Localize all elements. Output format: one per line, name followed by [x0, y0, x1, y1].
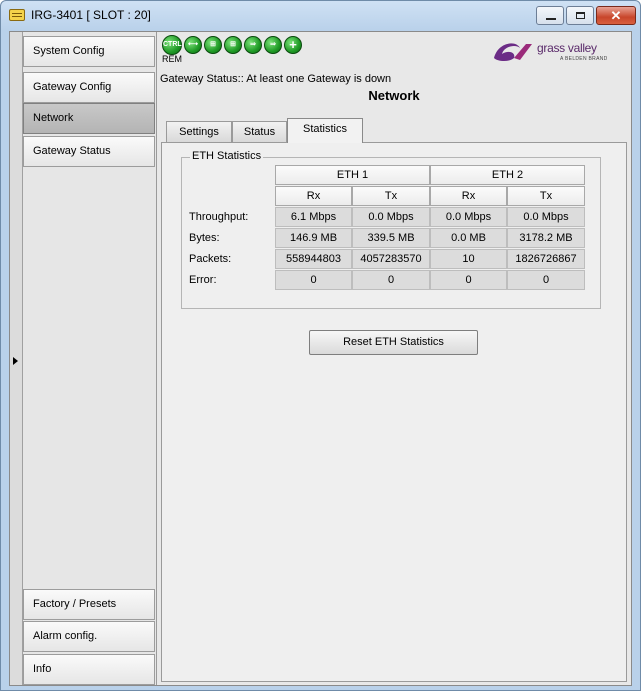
link-indicator-icon[interactable]: ⟷ [184, 36, 202, 54]
table-cell: 339.5 MB [352, 228, 430, 248]
table-cell: 3178.2 MB [507, 228, 585, 248]
window-title: IRG-3401 [ SLOT : 20] [31, 8, 151, 22]
table-cell: 4057283570 [352, 249, 430, 269]
sidebar-item-system-config[interactable]: System Config [23, 36, 155, 67]
row-label-error: Error: [189, 274, 217, 286]
table-cell: 0 [430, 270, 507, 290]
sidebar-item-info[interactable]: Info [23, 654, 155, 685]
application-window: IRG-3401 [ SLOT : 20] ✕ System Config Ga… [0, 0, 641, 691]
minimize-icon [546, 18, 556, 20]
sidebar-item-gateway-status[interactable]: Gateway Status [23, 136, 155, 167]
tab-statistics[interactable]: Statistics [287, 118, 363, 143]
sidebar-item-network[interactable]: Network [23, 103, 155, 134]
maximize-icon [576, 12, 585, 19]
table-cell: 1826726867 [507, 249, 585, 269]
table-cell: 0.0 Mbps [352, 207, 430, 227]
arrow-indicator-2-icon[interactable]: ⇒ [264, 36, 282, 54]
statistics-panel: ETH Statistics ETH 1 ETH 2 Rx Tx Rx Tx T… [161, 142, 627, 682]
logo-text: grass valley [537, 41, 597, 55]
column-header: Rx [275, 186, 352, 206]
eth-statistics-group: ETH Statistics ETH 1 ETH 2 Rx Tx Rx Tx T… [181, 150, 601, 309]
table-cell: 0 [507, 270, 585, 290]
grass-valley-logo: grass valley A BELDEN BRAND [490, 38, 624, 66]
sidebar: System Config Gateway Config Network Gat… [23, 32, 157, 685]
eth2-header: ETH 2 [430, 165, 585, 185]
logo-subtext: A BELDEN BRAND [560, 56, 608, 62]
table-cell: 0 [352, 270, 430, 290]
ctrl-indicator-icon[interactable]: CTRL [162, 35, 182, 55]
table-cell: 0 [275, 270, 352, 290]
minimize-button[interactable] [536, 6, 564, 25]
row-label-packets: Packets: [189, 253, 232, 265]
table-cell: 0.0 MB [430, 228, 507, 248]
expand-arrow-icon[interactable] [13, 357, 18, 365]
tab-status[interactable]: Status [232, 121, 287, 142]
column-header: Tx [507, 186, 585, 206]
column-header: Rx [430, 186, 507, 206]
eth-statistics-title: ETH Statistics [190, 150, 264, 162]
table-cell: 558944803 [275, 249, 352, 269]
title-bar[interactable]: IRG-3401 [ SLOT : 20] ✕ [1, 1, 640, 31]
row-label-bytes: Bytes: [189, 232, 220, 244]
table-cell: 0.0 Mbps [430, 207, 507, 227]
sidebar-item-alarm-config[interactable]: Alarm config. [23, 621, 155, 652]
reset-eth-statistics-button[interactable]: Reset ETH Statistics [309, 330, 478, 355]
eth1-header: ETH 1 [275, 165, 430, 185]
table-cell: 0.0 Mbps [507, 207, 585, 227]
network-indicator-2-icon[interactable]: ⊞ [224, 36, 242, 54]
maximize-button[interactable] [566, 6, 594, 25]
app-icon [9, 9, 25, 21]
sidebar-item-gateway-config[interactable]: Gateway Config [23, 72, 155, 103]
tab-settings[interactable]: Settings [166, 121, 232, 142]
column-header: Tx [352, 186, 430, 206]
collapse-strip[interactable] [10, 32, 23, 685]
plus-indicator-icon[interactable]: + [284, 36, 302, 54]
main-panel: CTRL ⟷ ⊞ ⊞ ⇒ ⇒ + REM grass valley A BELD… [157, 32, 631, 685]
sidebar-item-factory-presets[interactable]: Factory / Presets [23, 589, 155, 620]
table-cell: 10 [430, 249, 507, 269]
row-label-throughput: Throughput: [189, 211, 249, 223]
rem-label: REM [162, 54, 182, 64]
network-indicator-icon[interactable]: ⊞ [204, 36, 222, 54]
table-cell: 6.1 Mbps [275, 207, 352, 227]
page-title: Network [368, 88, 420, 103]
arrow-indicator-icon[interactable]: ⇒ [244, 36, 262, 54]
close-icon: ✕ [610, 8, 622, 23]
table-cell: 146.9 MB [275, 228, 352, 248]
grass-valley-logo-icon [494, 43, 532, 61]
gateway-status-text: Gateway Status:: At least one Gateway is… [160, 73, 392, 85]
close-button[interactable]: ✕ [596, 6, 636, 25]
client-area: System Config Gateway Config Network Gat… [9, 31, 632, 686]
